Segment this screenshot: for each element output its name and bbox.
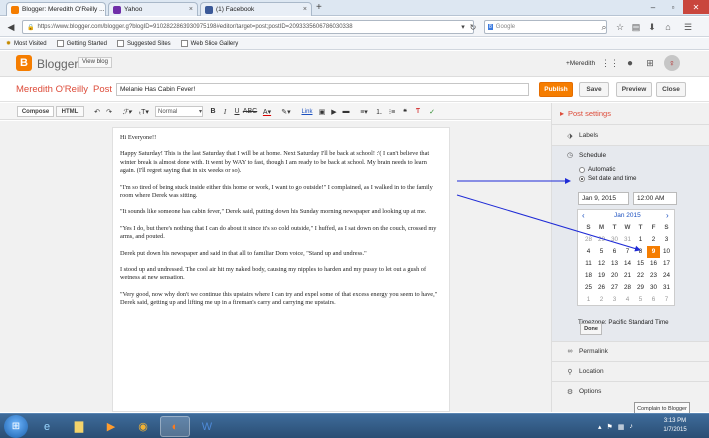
system-tray: ▴ ⚑ ▦ ♪ — [598, 416, 633, 437]
start-button[interactable]: ⊞ — [4, 415, 28, 438]
show-hidden-icons-icon[interactable]: ▴ — [598, 423, 602, 431]
annotation-arrows — [456, 178, 641, 252]
word-icon[interactable]: W — [192, 416, 222, 437]
folder-icon[interactable]: ▇ — [64, 416, 94, 437]
network-icon[interactable]: ▦ — [618, 423, 625, 431]
media-player-icon[interactable]: ▶ — [96, 416, 126, 437]
system-clock[interactable]: 3:13 PM 1/7/2015 — [660, 417, 690, 435]
firefox-icon[interactable]: ◐ — [160, 416, 190, 437]
ie-icon[interactable]: e — [32, 416, 62, 437]
chrome-icon[interactable]: ◉ — [128, 416, 158, 437]
volume-icon[interactable]: ♪ — [629, 423, 633, 430]
windows-taskbar: ⊞ e ▇ ▶ ◉ ◐ W ▴ ⚑ ▦ ♪ 3:13 PM 1/7/2015 — [0, 413, 709, 438]
clock-time: 3:13 PM — [663, 418, 687, 424]
arrow-to-selected-day — [456, 194, 641, 252]
clock-date: 1/7/2015 — [663, 427, 687, 433]
action-center-icon[interactable]: ⚑ — [607, 423, 613, 431]
